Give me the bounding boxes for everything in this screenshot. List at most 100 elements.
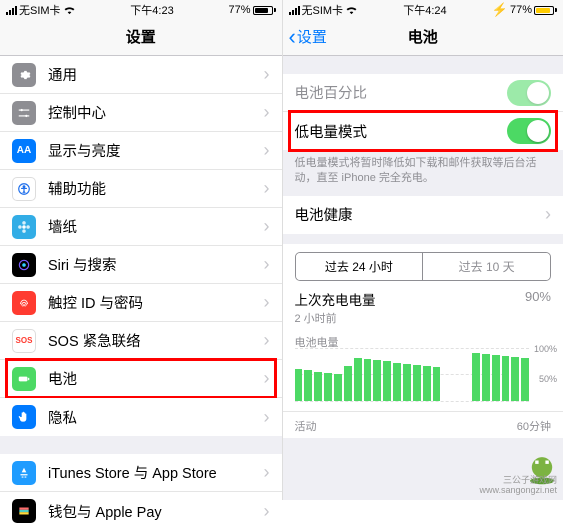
chevron-right-icon: › (264, 501, 270, 522)
wallet-icon (12, 499, 36, 523)
row-label: 墙纸 (48, 216, 264, 237)
chart-bar (511, 357, 519, 400)
page-title: 电池 (408, 26, 438, 47)
chart-bar (373, 360, 381, 400)
row-itunes-appstore[interactable]: iTunes Store 与 App Store › (0, 454, 282, 492)
carrier-text: 无SIM卡 (302, 2, 344, 18)
group-separator (283, 56, 563, 74)
signal-icon (6, 6, 17, 15)
chart-bar (383, 361, 391, 400)
back-label: 设置 (297, 26, 327, 47)
row-wallpaper[interactable]: 墙纸 › (0, 208, 282, 246)
battery-level-chart: 电池电量 100% 50% (283, 330, 563, 412)
chevron-right-icon: › (264, 254, 270, 275)
screenshot-left-settings: 无SIM卡 下午4:23 77% 设置 通用 › 控制中心 › AA 显示与亮度… (0, 0, 282, 500)
chart-bar (433, 367, 441, 401)
last-charge-title: 上次充电电量 (295, 289, 552, 309)
clock: 下午4:23 (76, 2, 229, 18)
chart-bar (324, 373, 332, 401)
battery-icon (253, 6, 276, 15)
appstore-icon (12, 461, 36, 485)
chart-bar (413, 365, 421, 401)
nav-bar: 设置 (0, 18, 282, 56)
chart-bar (354, 358, 362, 400)
chevron-right-icon: › (264, 178, 270, 199)
tab-last-24h[interactable]: 过去 24 小时 (296, 253, 424, 280)
row-label: 辅助功能 (48, 178, 264, 199)
chevron-right-icon: › (264, 64, 270, 85)
chart-bar (344, 366, 352, 400)
row-battery-percentage[interactable]: 电池百分比 (283, 74, 563, 112)
low-power-icon: ⚡ (492, 2, 508, 18)
nav-bar: ‹ 设置 电池 (283, 18, 563, 56)
chevron-right-icon: › (264, 102, 270, 123)
back-button[interactable]: ‹ 设置 (289, 26, 327, 48)
signal-icon (289, 6, 300, 15)
row-wallet-applepay[interactable]: 钱包与 Apple Pay › (0, 492, 282, 530)
row-accessibility[interactable]: 辅助功能 › (0, 170, 282, 208)
row-touchid-passcode[interactable]: 触控 ID 与密码 › (0, 284, 282, 322)
row-display-brightness[interactable]: AA 显示与亮度 › (0, 132, 282, 170)
group-separator (0, 436, 282, 454)
activity-label: 活动 (295, 418, 317, 434)
chevron-right-icon: › (264, 292, 270, 313)
battery-percent-text: 77% (228, 4, 250, 16)
row-label: 电池百分比 (295, 82, 508, 103)
row-label: 电池健康 (295, 204, 546, 225)
chart-bar (334, 374, 342, 401)
chevron-right-icon: › (545, 204, 551, 225)
row-siri-search[interactable]: Siri 与搜索 › (0, 246, 282, 284)
row-label: 通用 (48, 64, 264, 85)
battery-icon (534, 6, 557, 15)
section-activity: 活动 60分钟 (283, 412, 563, 438)
row-label: 显示与亮度 (48, 140, 264, 161)
row-low-power-mode[interactable]: 低电量模式 (283, 112, 563, 150)
toggle-battery-percentage[interactable] (507, 80, 551, 106)
clock: 下午4:24 (358, 2, 492, 18)
hand-icon (12, 405, 36, 429)
chevron-right-icon: › (264, 368, 270, 389)
toggle-low-power-mode[interactable] (507, 118, 551, 144)
last-charge-percent: 90% (525, 289, 551, 304)
row-label: 控制中心 (48, 102, 264, 123)
chart-bar (393, 363, 401, 401)
tab-last-10d[interactable]: 过去 10 天 (423, 253, 550, 280)
row-label: iTunes Store 与 App Store (48, 462, 264, 483)
screenshot-right-battery: 无SIM卡 下午4:24 ⚡ 77% ‹ 设置 电池 电池百分比 低电量模式 低… (282, 0, 563, 500)
row-control-center[interactable]: 控制中心 › (0, 94, 282, 132)
watermark-text: 三公子游戏网 www.sangongzi.net (479, 476, 557, 496)
row-battery[interactable]: 电池 › (0, 360, 282, 398)
row-label: Siri 与搜索 (48, 254, 264, 275)
sos-icon: SOS (12, 329, 36, 353)
row-general[interactable]: 通用 › (0, 56, 282, 94)
gear-icon (12, 63, 36, 87)
status-bar: 无SIM卡 下午4:24 ⚡ 77% (283, 0, 563, 18)
chevron-right-icon: › (264, 330, 270, 351)
wifi-icon (63, 6, 76, 15)
chart-bar (472, 353, 480, 401)
chart-bar (423, 366, 431, 401)
y-axis-100: 100% (534, 344, 557, 354)
row-label: 电池 (48, 368, 264, 389)
activity-right-label: 60分钟 (517, 418, 551, 434)
fingerprint-icon (12, 291, 36, 315)
section-last-charge: 90% 上次充电电量 2 小时前 (283, 281, 563, 330)
group-separator (283, 234, 563, 244)
chevron-right-icon: › (264, 462, 270, 483)
aa-icon: AA (12, 139, 36, 163)
row-sos[interactable]: SOS SOS 紧急联络 › (0, 322, 282, 360)
row-label: 钱包与 Apple Pay (48, 501, 264, 522)
row-label: 低电量模式 (295, 121, 508, 142)
low-power-footnote: 低电量模式将暂时降低如下载和邮件获取等后台活动，直至 iPhone 完全充电。 (283, 150, 563, 196)
y-axis-50: 50% (539, 374, 557, 384)
status-bar: 无SIM卡 下午4:23 77% (0, 0, 282, 18)
row-label: 触控 ID 与密码 (48, 292, 264, 313)
segmented-control-timerange: 过去 24 小时 过去 10 天 (295, 252, 552, 281)
chart-bar (364, 359, 372, 400)
chevron-right-icon: › (264, 407, 270, 428)
row-battery-health[interactable]: 电池健康 › (283, 196, 563, 234)
row-privacy[interactable]: 隐私 › (0, 398, 282, 436)
chart-bar (304, 370, 312, 401)
chart-bar (403, 364, 411, 401)
chart-bar (295, 369, 303, 401)
